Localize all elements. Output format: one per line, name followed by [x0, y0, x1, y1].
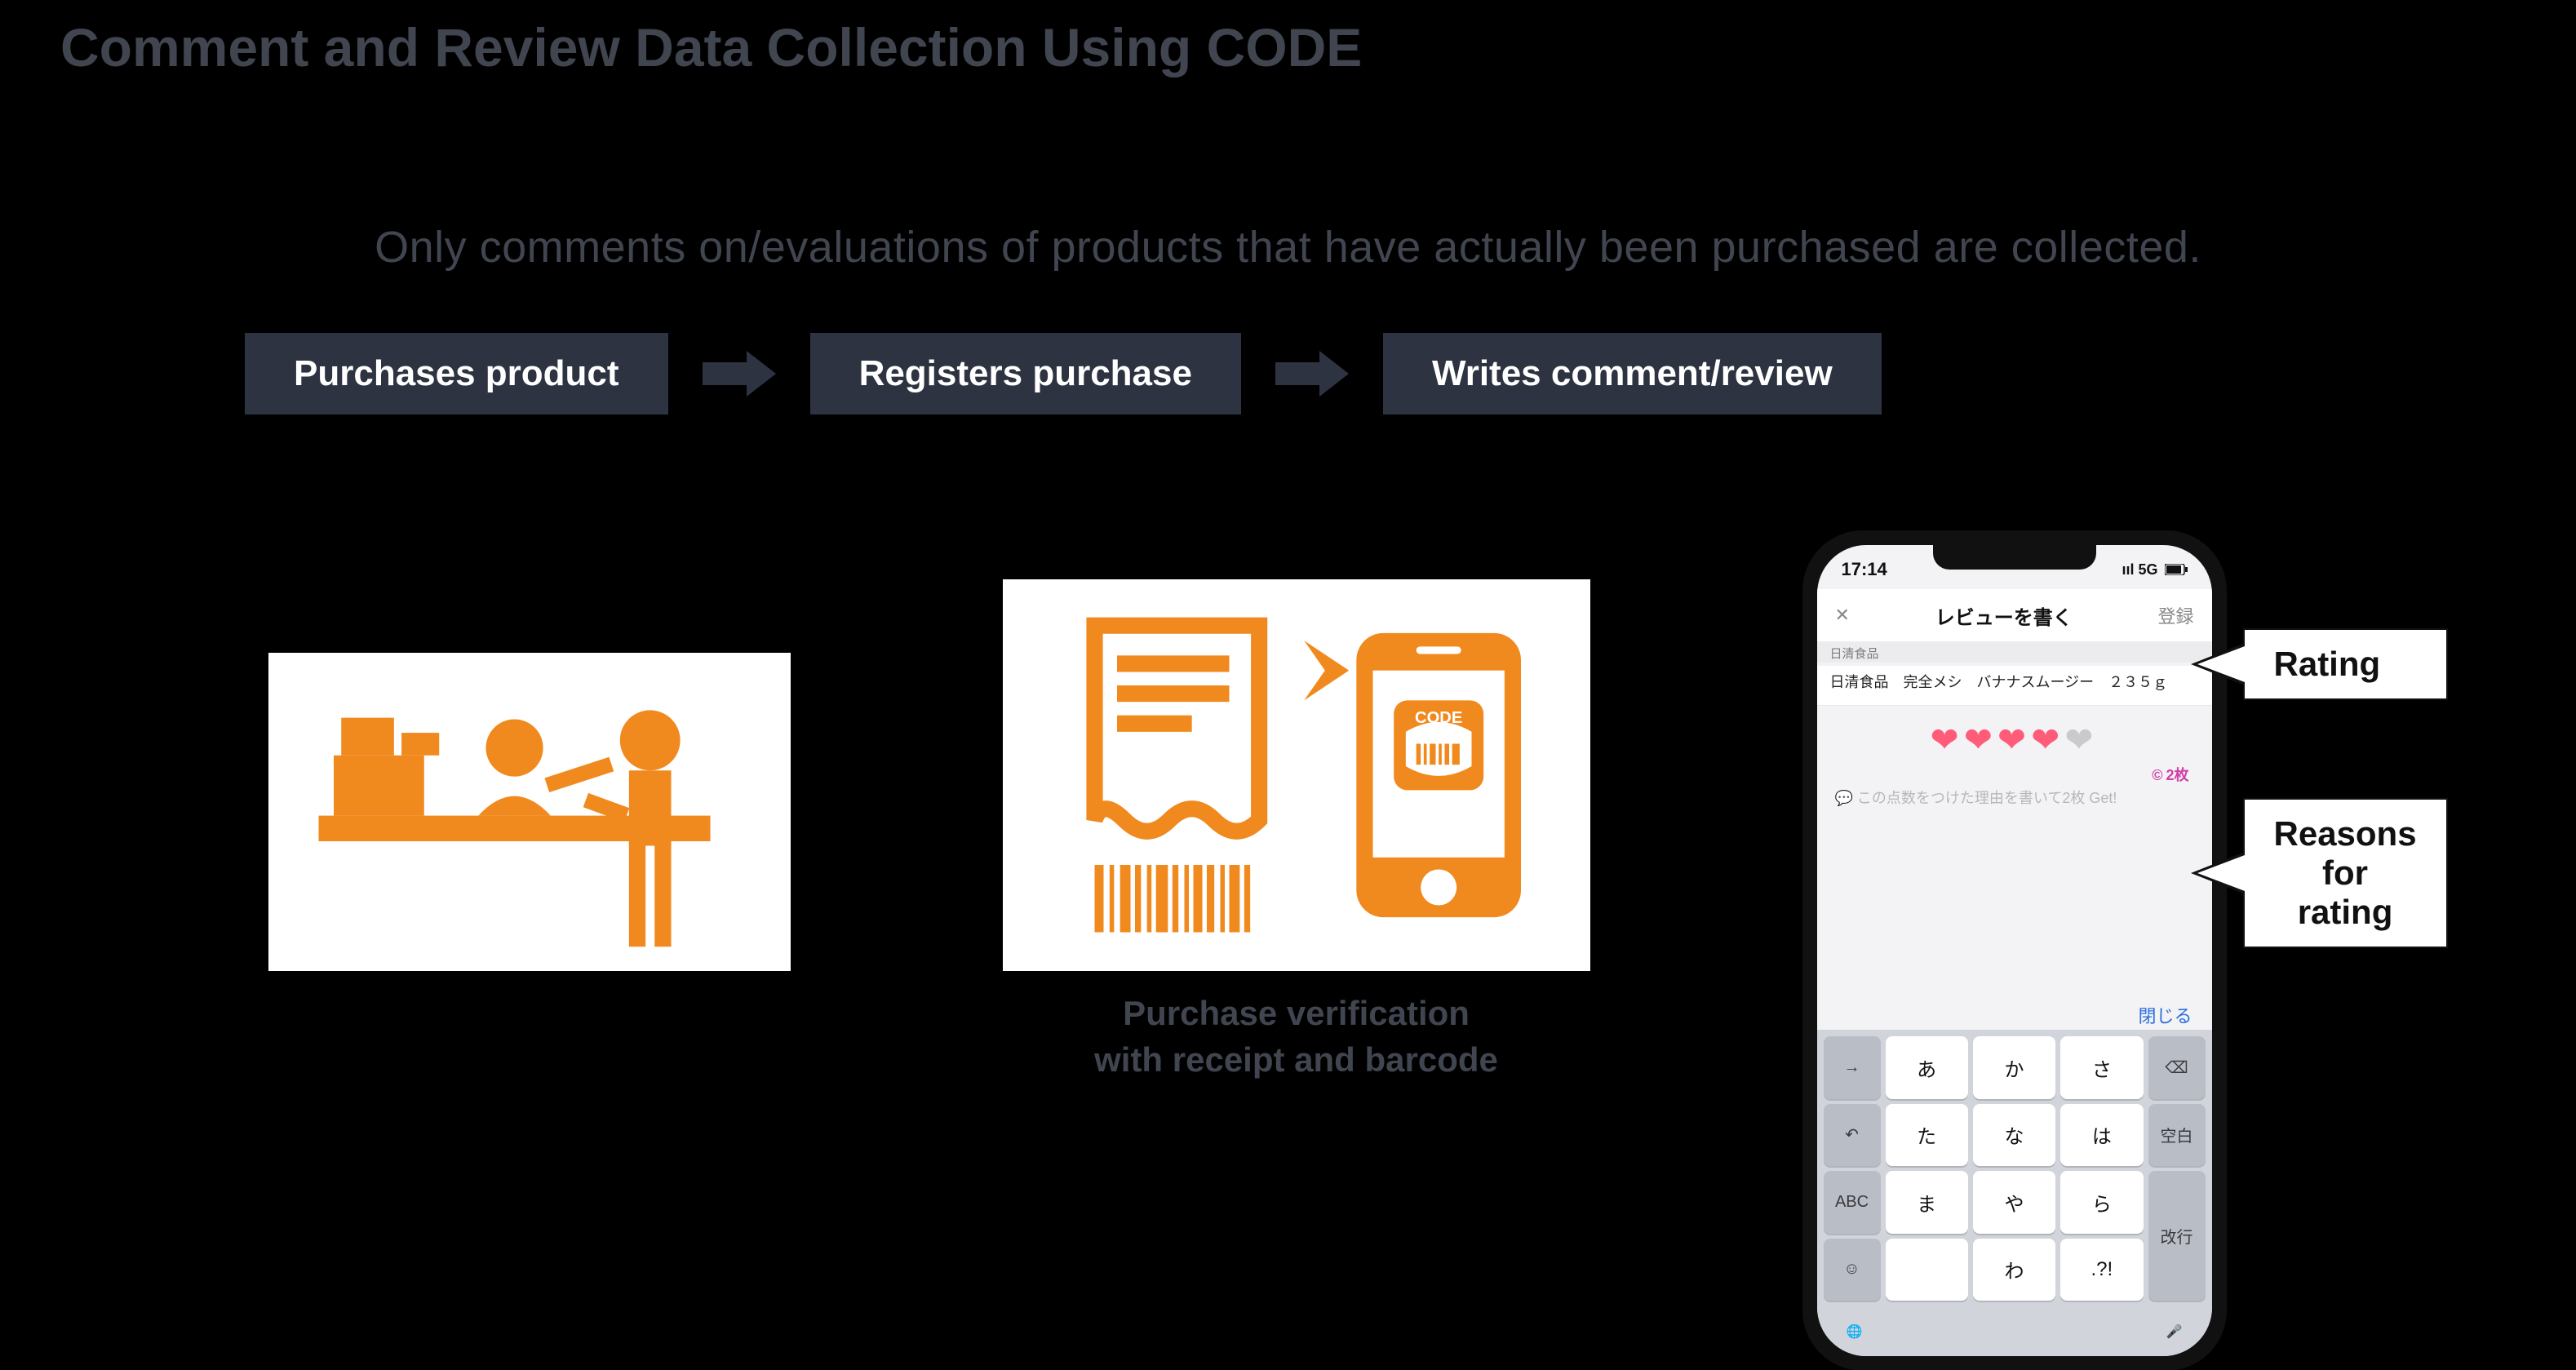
kbd-key[interactable]: さ: [2060, 1036, 2143, 1099]
phone-screen: 17:14 ııl 5G ✕ レビューを書く 登録 日清食品 日清食品 完全メシ…: [1817, 545, 2212, 1356]
kbd-key-emoji[interactable]: ☺: [1824, 1239, 1881, 1301]
kbd-key-return[interactable]: 改行: [2148, 1171, 2206, 1301]
reward-badge: 2枚: [2152, 764, 2188, 785]
app-header-title: レビューを書く: [1935, 601, 2073, 630]
callouts: Rating Reasons for rating: [2243, 628, 2448, 948]
step-register: Registers purchase: [810, 333, 1241, 415]
status-time: 17:14: [1842, 559, 1887, 580]
kbd-key[interactable]: .?!: [2060, 1239, 2143, 1301]
close-keyboard-button[interactable]: 閉じる: [2138, 1002, 2192, 1028]
kbd-key-backspace[interactable]: ⌫: [2148, 1036, 2206, 1099]
kbd-key-space[interactable]: 空白: [2148, 1104, 2206, 1167]
keyboard: → あ か さ ⌫ ↶ た な は 空白 ABC ま や: [1817, 1030, 2212, 1356]
kbd-key[interactable]: な: [1973, 1104, 2055, 1167]
kbd-key[interactable]: わ: [1973, 1239, 2055, 1301]
rating-hearts[interactable]: ❤❤❤❤❤: [1817, 720, 2212, 760]
page-subtitle: Only comments on/evaluations of products…: [0, 222, 2576, 273]
step-purchase: Purchases product: [245, 333, 668, 415]
kbd-key[interactable]: や: [1973, 1171, 2055, 1234]
app-header: ✕ レビューを書く 登録: [1817, 589, 2212, 642]
brand-band: 日清食品: [1817, 641, 2212, 663]
product-name: 日清食品 完全メシ バナナスムージー ２３５ｇ: [1817, 666, 2212, 706]
slide: Comment and Review Data Collection Using…: [0, 0, 2576, 1370]
review-placeholder[interactable]: この点数をつけた理由を書いて2枚 Get!: [1835, 787, 2117, 808]
process-steps: Purchases product Registers purchase Wri…: [245, 333, 1882, 415]
globe-icon[interactable]: 🌐: [1847, 1323, 1863, 1340]
register-caption: Purchase verification with receipt and b…: [1094, 991, 1498, 1083]
close-button[interactable]: ✕: [1835, 605, 1850, 626]
arrow-icon: [1275, 351, 1349, 397]
kbd-key[interactable]: →: [1824, 1036, 1881, 1099]
phone-frame: 17:14 ııl 5G ✕ レビューを書く 登録 日清食品 日清食品 完全メシ…: [1802, 530, 2227, 1370]
page-title: Comment and Review Data Collection Using…: [60, 16, 1362, 78]
arrow-icon: [703, 351, 776, 397]
kbd-key[interactable]: た: [1886, 1104, 1968, 1167]
submit-button[interactable]: 登録: [2157, 602, 2193, 628]
battery-icon: [2165, 564, 2188, 575]
keyboard-bottom: 🌐 🎤: [1817, 1307, 2212, 1356]
kbd-key[interactable]: [1886, 1239, 1968, 1301]
illustration-row: CODE Purchase verification with receipt …: [0, 530, 2576, 1370]
kbd-key[interactable]: あ: [1886, 1036, 1968, 1099]
review-column: 17:14 ııl 5G ✕ レビューを書く 登録 日清食品 日清食品 完全メシ…: [1802, 530, 2308, 1370]
mic-icon[interactable]: 🎤: [2166, 1323, 2183, 1340]
callout-reasons: Reasons for rating: [2243, 798, 2448, 948]
kbd-key[interactable]: ま: [1886, 1171, 1968, 1234]
illustration-register: CODE: [1003, 579, 1590, 971]
keyboard-grid: → あ か さ ⌫ ↶ た な は 空白 ABC ま や: [1817, 1030, 2212, 1307]
step-review: Writes comment/review: [1383, 333, 1882, 415]
phone-notch: [1933, 545, 2096, 570]
cashier-icon: [285, 665, 774, 959]
kbd-key[interactable]: ら: [2060, 1171, 2143, 1234]
kbd-key[interactable]: か: [1973, 1036, 2055, 1099]
kbd-key[interactable]: ↶: [1824, 1104, 1881, 1167]
register-column: CODE Purchase verification with receipt …: [1003, 530, 1590, 1083]
status-signal: ııl 5G: [2122, 561, 2157, 579]
illustration-purchase: [268, 653, 791, 971]
callout-rating: Rating: [2243, 628, 2448, 700]
kbd-key[interactable]: ABC: [1824, 1171, 1881, 1234]
kbd-key[interactable]: は: [2060, 1104, 2143, 1167]
